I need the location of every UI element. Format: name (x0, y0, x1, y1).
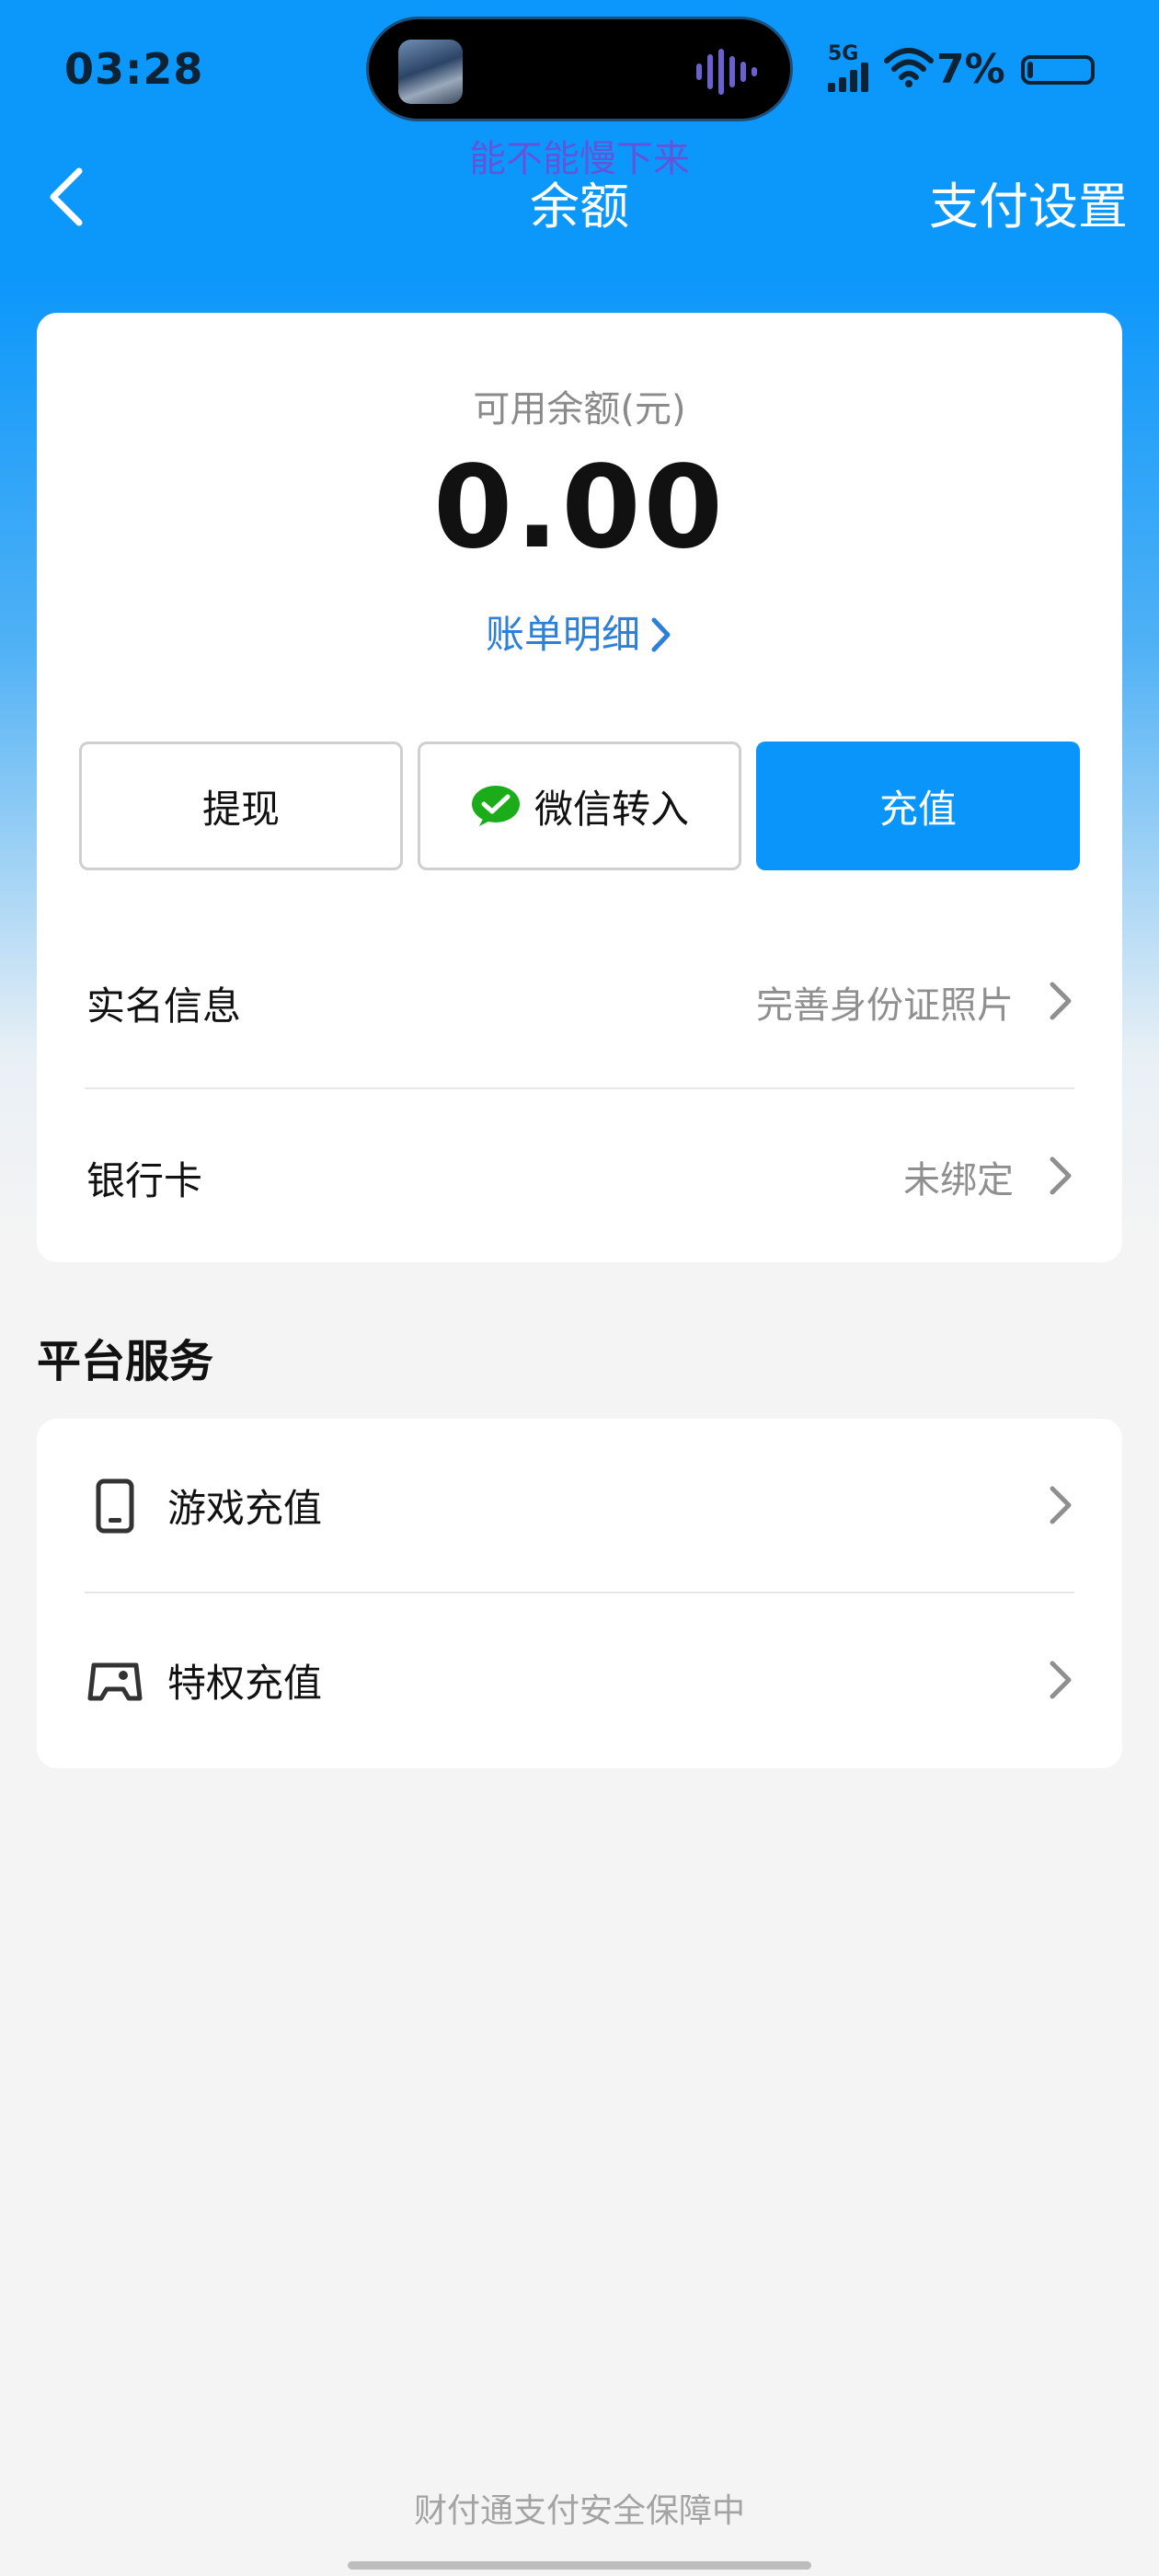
wechat-transfer-label: 微信转入 (534, 786, 689, 832)
game-recharge-label: 游戏充值 (167, 1486, 323, 1531)
phone-icon (96, 1478, 134, 1534)
section-title: 平台服务 (37, 1336, 214, 1387)
chevron-right-icon (1050, 1661, 1072, 1699)
bank-card-label: 银行卡 (86, 1158, 203, 1203)
balance-page: 03:28 能不能慢下来 5G 7% 余额 支付设置 可用余额(元) 0.00 … (0, 0, 1159, 2576)
battery-level (1027, 62, 1033, 78)
privilege-recharge-label: 特权充值 (167, 1661, 323, 1706)
status-bar: 03:28 能不能慢下来 5G 7% (0, 0, 1159, 180)
chevron-right-icon (1050, 1156, 1072, 1195)
bill-details-link[interactable]: 账单明细 (37, 604, 1122, 660)
real-name-label: 实名信息 (86, 983, 242, 1029)
balance-amount: 0.00 (433, 442, 726, 574)
battery-icon (1021, 55, 1095, 85)
game-recharge-row[interactable]: 游戏充值 (37, 1419, 1122, 1592)
signal-icon (828, 63, 868, 92)
balance-label: 可用余额(元) (473, 388, 686, 431)
battery-percent: 7% (936, 46, 1005, 93)
services-card: 游戏充值 特权充值 (37, 1419, 1122, 1768)
payment-settings-button[interactable]: 支付设置 (929, 166, 1128, 238)
recharge-label: 充值 (878, 786, 957, 832)
real-name-value: 完善身份证照片 (756, 984, 1014, 1027)
withdraw-label: 提现 (201, 786, 280, 832)
dynamic-island[interactable] (366, 17, 793, 121)
audio-wave-icon (696, 49, 757, 95)
privilege-recharge-row[interactable]: 特权充值 (37, 1593, 1122, 1766)
home-indicator[interactable] (348, 2561, 811, 2570)
status-time: 03:28 (64, 44, 204, 94)
wifi-icon (884, 48, 934, 87)
album-art-thumbnail (398, 40, 463, 104)
bill-details-label: 账单明细 (485, 612, 640, 657)
wechat-icon (471, 786, 520, 826)
chevron-right-icon (651, 617, 671, 652)
chevron-right-icon (1050, 982, 1072, 1020)
bank-card-value: 未绑定 (903, 1159, 1014, 1202)
balance-card: 可用余额(元) 0.00 账单明细 提现 微信转入 充值 实名信息 完善身份证照… (37, 313, 1122, 1262)
wechat-transfer-button[interactable]: 微信转入 (418, 742, 741, 870)
back-arrow-icon[interactable] (37, 160, 110, 234)
security-note: 财付通支付安全保障中 (413, 2492, 745, 2530)
nav-bar: 余额 支付设置 (0, 147, 1159, 248)
withdraw-button[interactable]: 提现 (79, 742, 403, 870)
bank-card-row[interactable]: 银行卡 未绑定 (37, 1089, 1122, 1262)
real-name-info-row[interactable]: 实名信息 完善身份证照片 (37, 914, 1122, 1087)
chevron-right-icon (1050, 1486, 1072, 1524)
gamepad-icon (87, 1662, 143, 1701)
recharge-button[interactable]: 充值 (756, 742, 1080, 870)
